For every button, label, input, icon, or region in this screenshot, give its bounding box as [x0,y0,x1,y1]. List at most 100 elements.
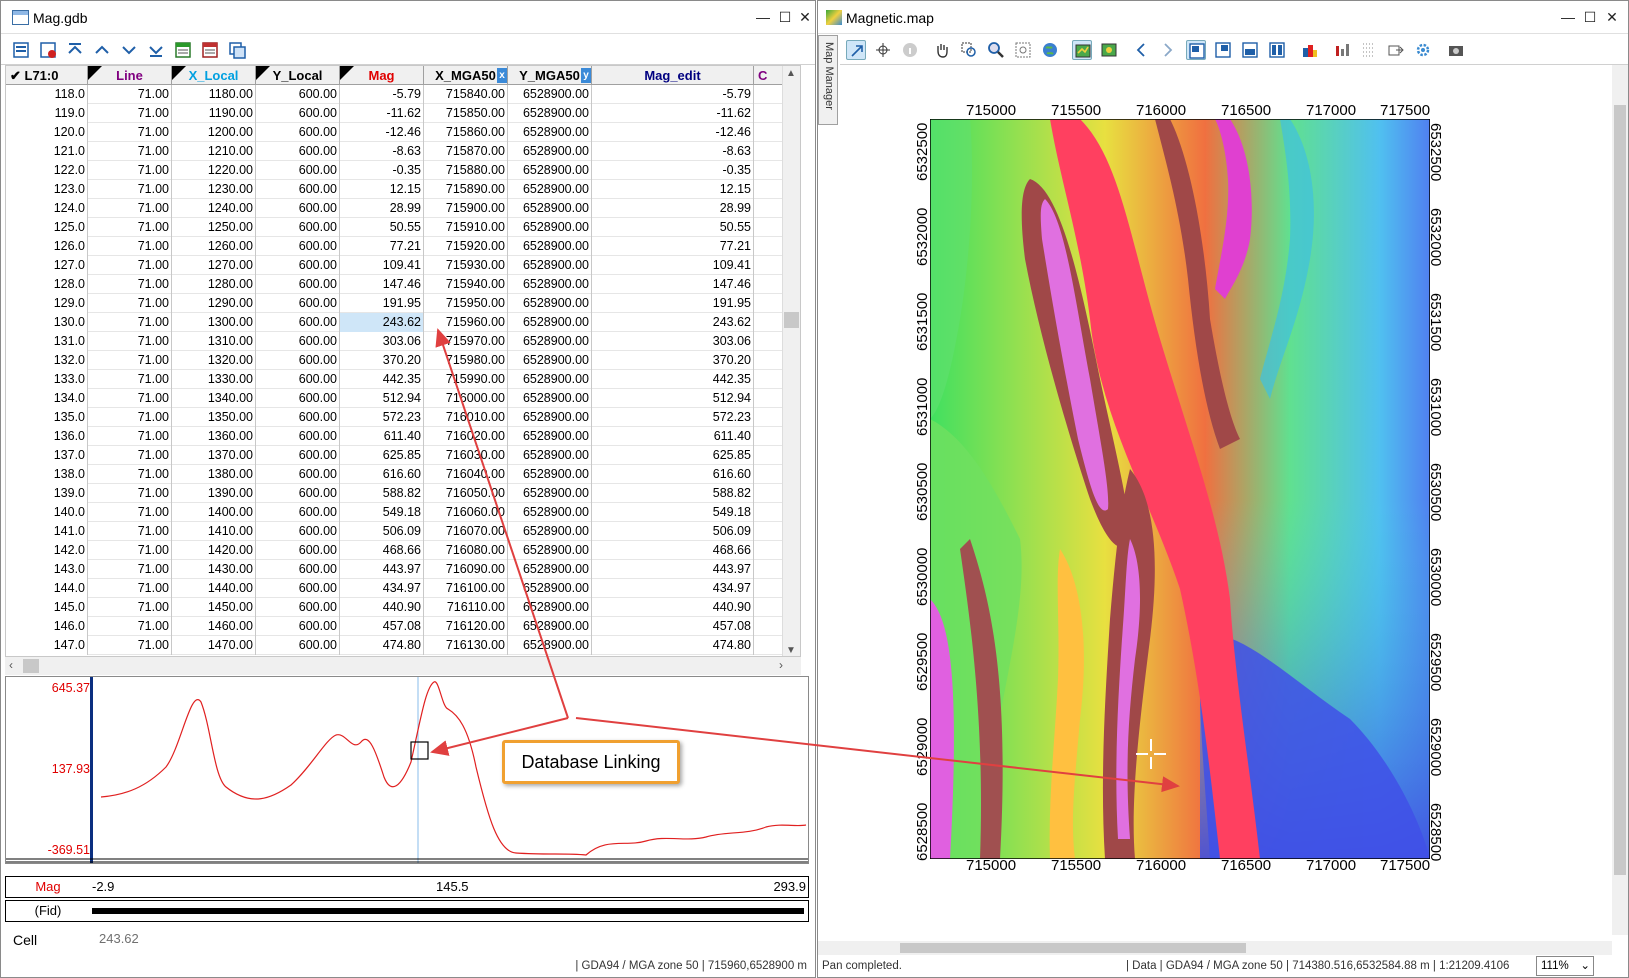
table-cell[interactable]: 600.00 [256,256,340,275]
map-hscroll-thumb[interactable] [900,943,1246,953]
table-cell[interactable]: 109.41 [340,256,424,275]
fid-bar[interactable] [92,908,804,914]
fid-cell[interactable]: 123.0 [6,180,88,199]
table-cell[interactable]: 71.00 [88,294,172,313]
table-cell[interactable]: 6528900.00 [508,123,592,142]
table-cell[interactable]: 77.21 [592,237,754,256]
table-cell[interactable]: 715880.00 [424,161,508,180]
table-cell[interactable]: 1350.00 [172,408,256,427]
table-cell-empty[interactable] [754,218,784,237]
table-cell[interactable]: 6528900.00 [508,579,592,598]
table-cell[interactable]: 716130.00 [424,636,508,655]
fid-cell[interactable]: 118.0 [6,85,88,104]
table-cell[interactable]: 6528900.00 [508,199,592,218]
fid-cell[interactable]: 126.0 [6,237,88,256]
table-cell[interactable]: 28.99 [592,199,754,218]
table-cell[interactable]: 474.80 [592,636,754,655]
table-row[interactable]: 146.0 71.00 1460.00 600.00 457.08 716120.00 65… [6,617,800,636]
table-cell[interactable]: 6528900.00 [508,256,592,275]
table-row[interactable]: 127.0 71.00 1270.00 600.00 109.41 715930.00 65… [6,256,800,275]
table-cell-empty[interactable] [754,142,784,161]
table-cell[interactable]: 716070.00 [424,522,508,541]
table-cell[interactable]: 715970.00 [424,332,508,351]
table-cell[interactable]: -0.35 [340,161,424,180]
database-properties-icon[interactable] [227,40,247,60]
table-cell[interactable]: 715840.00 [424,85,508,104]
table-cell[interactable]: 1190.00 [172,104,256,123]
table-cell[interactable]: 716020.00 [424,427,508,446]
table-cell[interactable]: 600.00 [256,389,340,408]
fid-cell[interactable]: 121.0 [6,142,88,161]
table-cell[interactable]: 71.00 [88,142,172,161]
table-cell[interactable]: 6528900.00 [508,218,592,237]
table-cell[interactable]: 1380.00 [172,465,256,484]
fid-cell[interactable]: 135.0 [6,408,88,427]
table-cell-empty[interactable] [754,560,784,579]
table-cell[interactable]: 1220.00 [172,161,256,180]
table-cell[interactable]: 147.46 [592,275,754,294]
header-x-mga50[interactable]: X_MGA50 x [424,66,508,85]
spreadsheet-grid[interactable]: ✔ L71:0 Line X_Local Y_Local Mag X_MGA50… [5,65,801,657]
table-cell[interactable]: 71.00 [88,598,172,617]
table-cell[interactable]: 71.00 [88,161,172,180]
table-cell[interactable]: 549.18 [340,503,424,522]
table-cell[interactable]: 600.00 [256,275,340,294]
table-cell[interactable]: 715930.00 [424,256,508,275]
table-cell[interactable]: 71.00 [88,389,172,408]
table-cell[interactable]: 512.94 [340,389,424,408]
table-cell[interactable]: 716110.00 [424,598,508,617]
table-cell[interactable]: 600.00 [256,598,340,617]
table-cell[interactable]: 71.00 [88,123,172,142]
table-cell[interactable]: 71.00 [88,427,172,446]
table-cell[interactable]: 588.82 [340,484,424,503]
table-row[interactable]: 128.0 71.00 1280.00 600.00 147.46 715940.00 65… [6,275,800,294]
fid-cell[interactable]: 125.0 [6,218,88,237]
table-cell[interactable]: 600.00 [256,218,340,237]
line-selector[interactable]: ✔ L71:0 [6,66,88,85]
zoom-select[interactable]: 111% ⌄ [1536,956,1594,976]
fid-cell[interactable]: 119.0 [6,104,88,123]
table-cell[interactable]: 71.00 [88,85,172,104]
scroll-right-icon[interactable]: › [779,658,783,672]
table-cell[interactable]: 434.97 [592,579,754,598]
table-row[interactable]: 131.0 71.00 1310.00 600.00 303.06 715970.00 65… [6,332,800,351]
table-row[interactable]: 147.0 71.00 1470.00 600.00 474.80 716130.00 65… [6,636,800,655]
view-layout-2-icon[interactable] [1213,40,1233,60]
table-cell[interactable]: 1470.00 [172,636,256,655]
maximize-button[interactable]: ☐ [775,7,795,27]
table-cell[interactable]: 600.00 [256,332,340,351]
table-cell[interactable]: 600.00 [256,199,340,218]
table-cell[interactable]: 6528900.00 [508,503,592,522]
table-cell[interactable]: 716030.00 [424,446,508,465]
fid-cell[interactable]: 131.0 [6,332,88,351]
table-row[interactable]: 121.0 71.00 1210.00 600.00 -8.63 715870.00 652… [6,142,800,161]
table-row[interactable]: 143.0 71.00 1430.00 600.00 443.97 716090.00 65… [6,560,800,579]
table-cell-empty[interactable] [754,123,784,142]
table-cell[interactable]: 715960.00 [424,313,508,332]
table-cell[interactable]: -0.35 [592,161,754,180]
table-cell[interactable]: 443.97 [592,560,754,579]
table-cell[interactable]: 71.00 [88,237,172,256]
table-cell[interactable]: 611.40 [592,427,754,446]
table-cell-empty[interactable] [754,161,784,180]
table-cell[interactable]: 600.00 [256,560,340,579]
table-cell[interactable]: 71.00 [88,313,172,332]
table-cell[interactable]: 600.00 [256,85,340,104]
pan-hand-icon[interactable] [932,40,952,60]
header-mag-edit[interactable]: Mag_edit [592,66,754,85]
table-cell[interactable]: 71.00 [88,351,172,370]
map-vertical-scrollbar[interactable] [1612,65,1628,935]
table-cell[interactable]: -12.46 [592,123,754,142]
map-maximize-button[interactable]: ☐ [1580,7,1600,27]
table-cell-empty[interactable] [754,180,784,199]
table-row[interactable]: 118.0 71.00 1180.00 600.00 -5.79 715840.00 652… [6,85,800,104]
table-cell[interactable]: 442.35 [592,370,754,389]
table-cell[interactable]: 1210.00 [172,142,256,161]
table-cell[interactable]: 71.00 [88,218,172,237]
table-cell[interactable]: 71.00 [88,484,172,503]
table-cell[interactable]: 243.62 [592,313,754,332]
table-cell[interactable]: 600.00 [256,123,340,142]
table-cell[interactable]: 1180.00 [172,85,256,104]
table-row[interactable]: 119.0 71.00 1190.00 600.00 -11.62 715850.00 65… [6,104,800,123]
table-cell[interactable]: 1320.00 [172,351,256,370]
